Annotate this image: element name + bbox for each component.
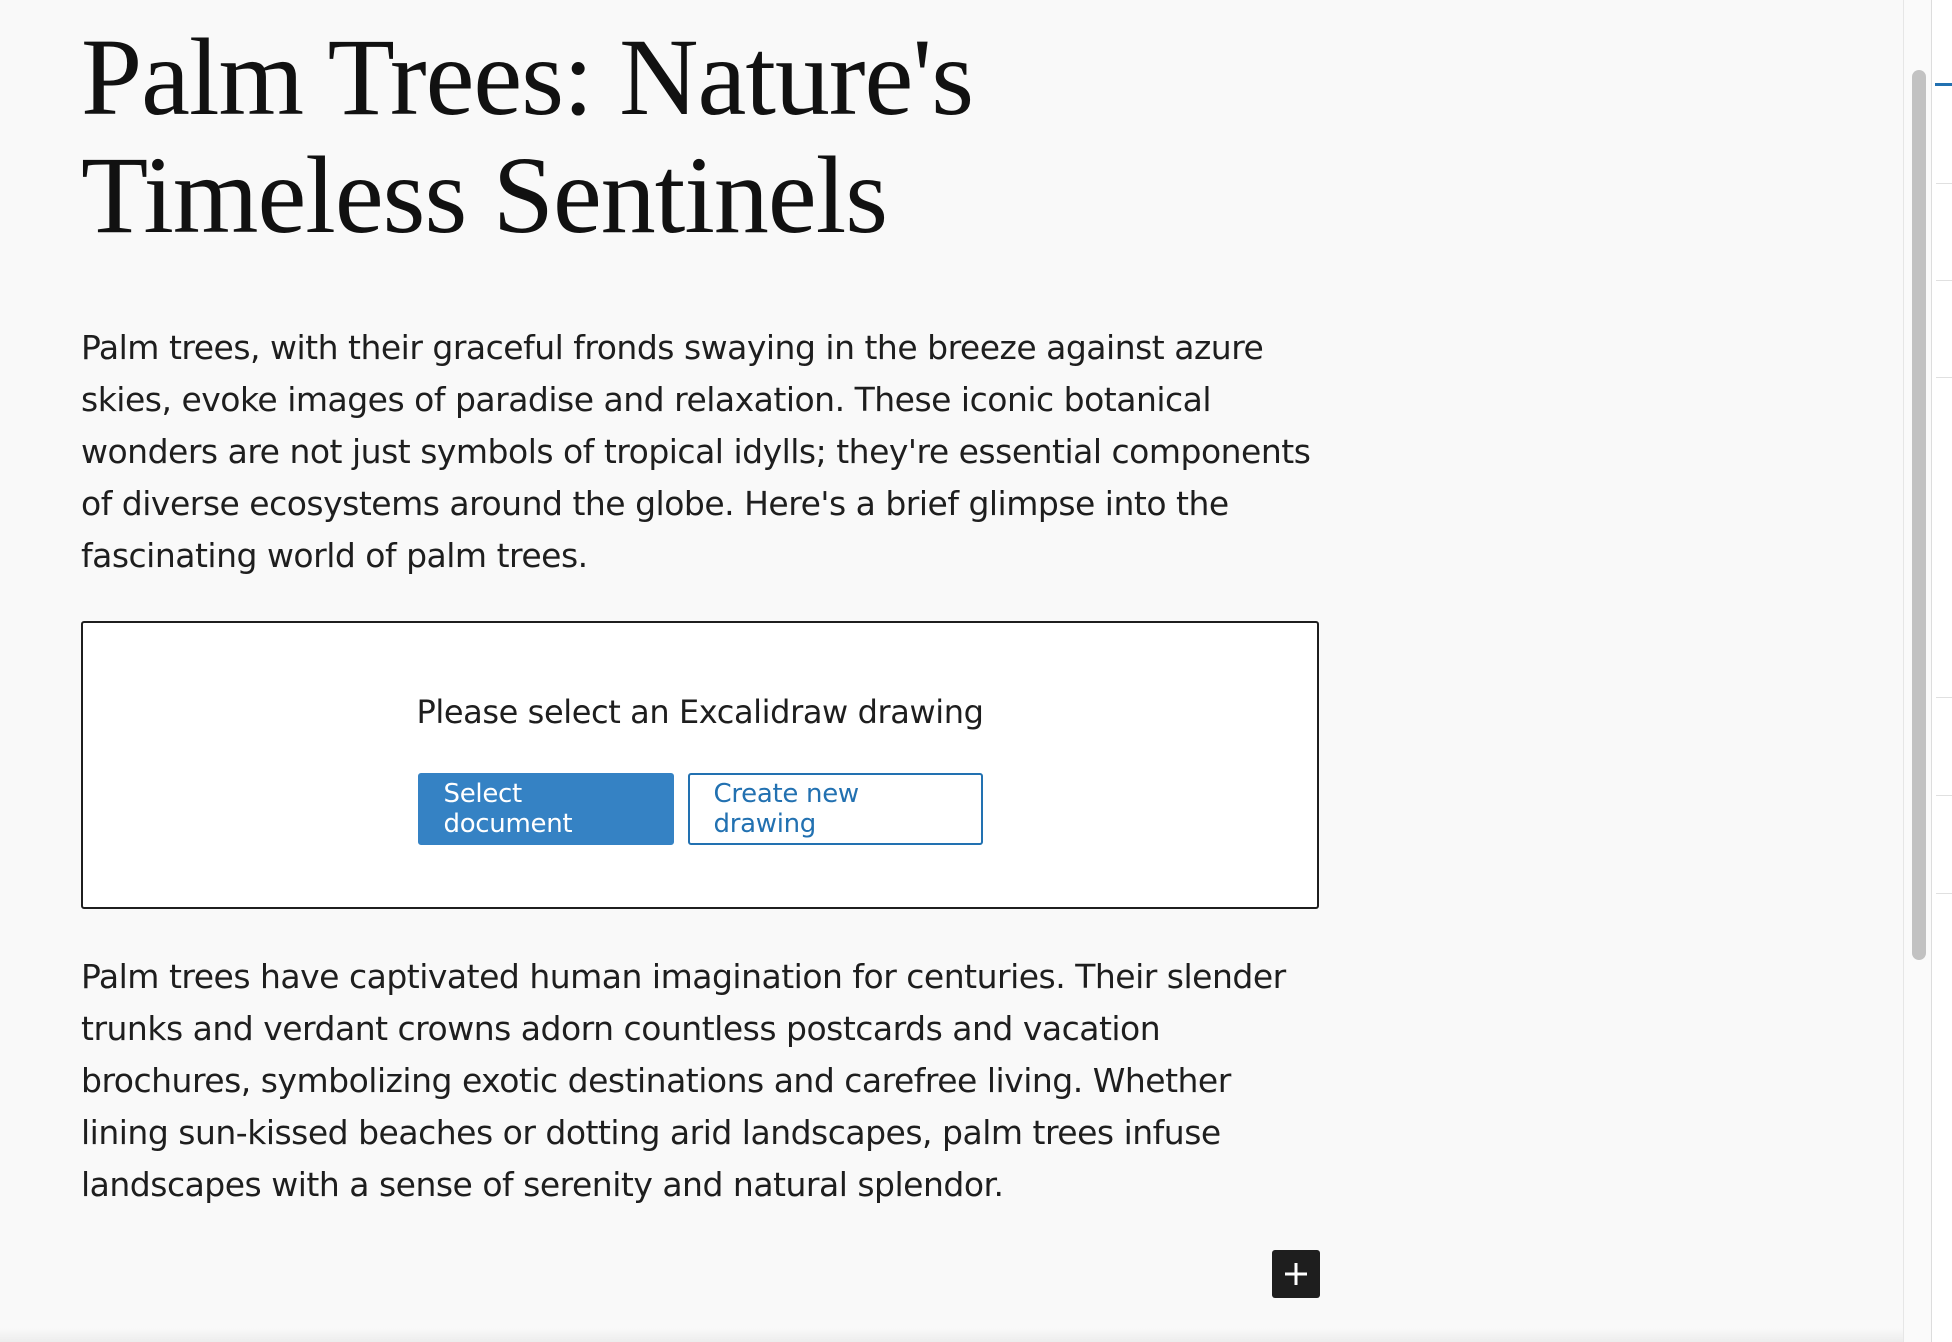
- settings-sidebar-edge: [1931, 0, 1952, 1342]
- select-document-button[interactable]: Select document: [417, 773, 674, 845]
- panel-divider: [1936, 795, 1952, 796]
- panel-divider: [1936, 893, 1952, 894]
- paragraph-block-intro[interactable]: Palm trees, with their graceful fronds s…: [81, 322, 1321, 582]
- canvas-bottom-shadow: [0, 1328, 1903, 1342]
- post-title[interactable]: Palm Trees: Nature's Timeless Sentinels: [81, 18, 1181, 254]
- excalidraw-block-placeholder[interactable]: Please select an Excalidraw drawing Sele…: [81, 621, 1319, 909]
- scrollbar-thumb[interactable]: [1912, 70, 1926, 960]
- create-new-drawing-button[interactable]: Create new drawing: [687, 773, 983, 845]
- panel-divider: [1936, 280, 1952, 281]
- canvas-scrollbar[interactable]: [1903, 0, 1931, 1342]
- active-tab-indicator: [1935, 83, 1952, 86]
- panel-divider: [1936, 377, 1952, 378]
- add-block-button[interactable]: [1272, 1250, 1320, 1298]
- panel-divider: [1936, 183, 1952, 184]
- editor-canvas: Palm Trees: Nature's Timeless Sentinels …: [0, 0, 1903, 1342]
- excalidraw-prompt-text: Please select an Excalidraw drawing: [416, 693, 984, 731]
- paragraph-block-captivated[interactable]: Palm trees have captivated human imagina…: [81, 951, 1321, 1211]
- excalidraw-button-group: Select document Create new drawing: [83, 773, 1317, 845]
- plus-icon: [1285, 1263, 1307, 1285]
- panel-divider: [1936, 697, 1952, 698]
